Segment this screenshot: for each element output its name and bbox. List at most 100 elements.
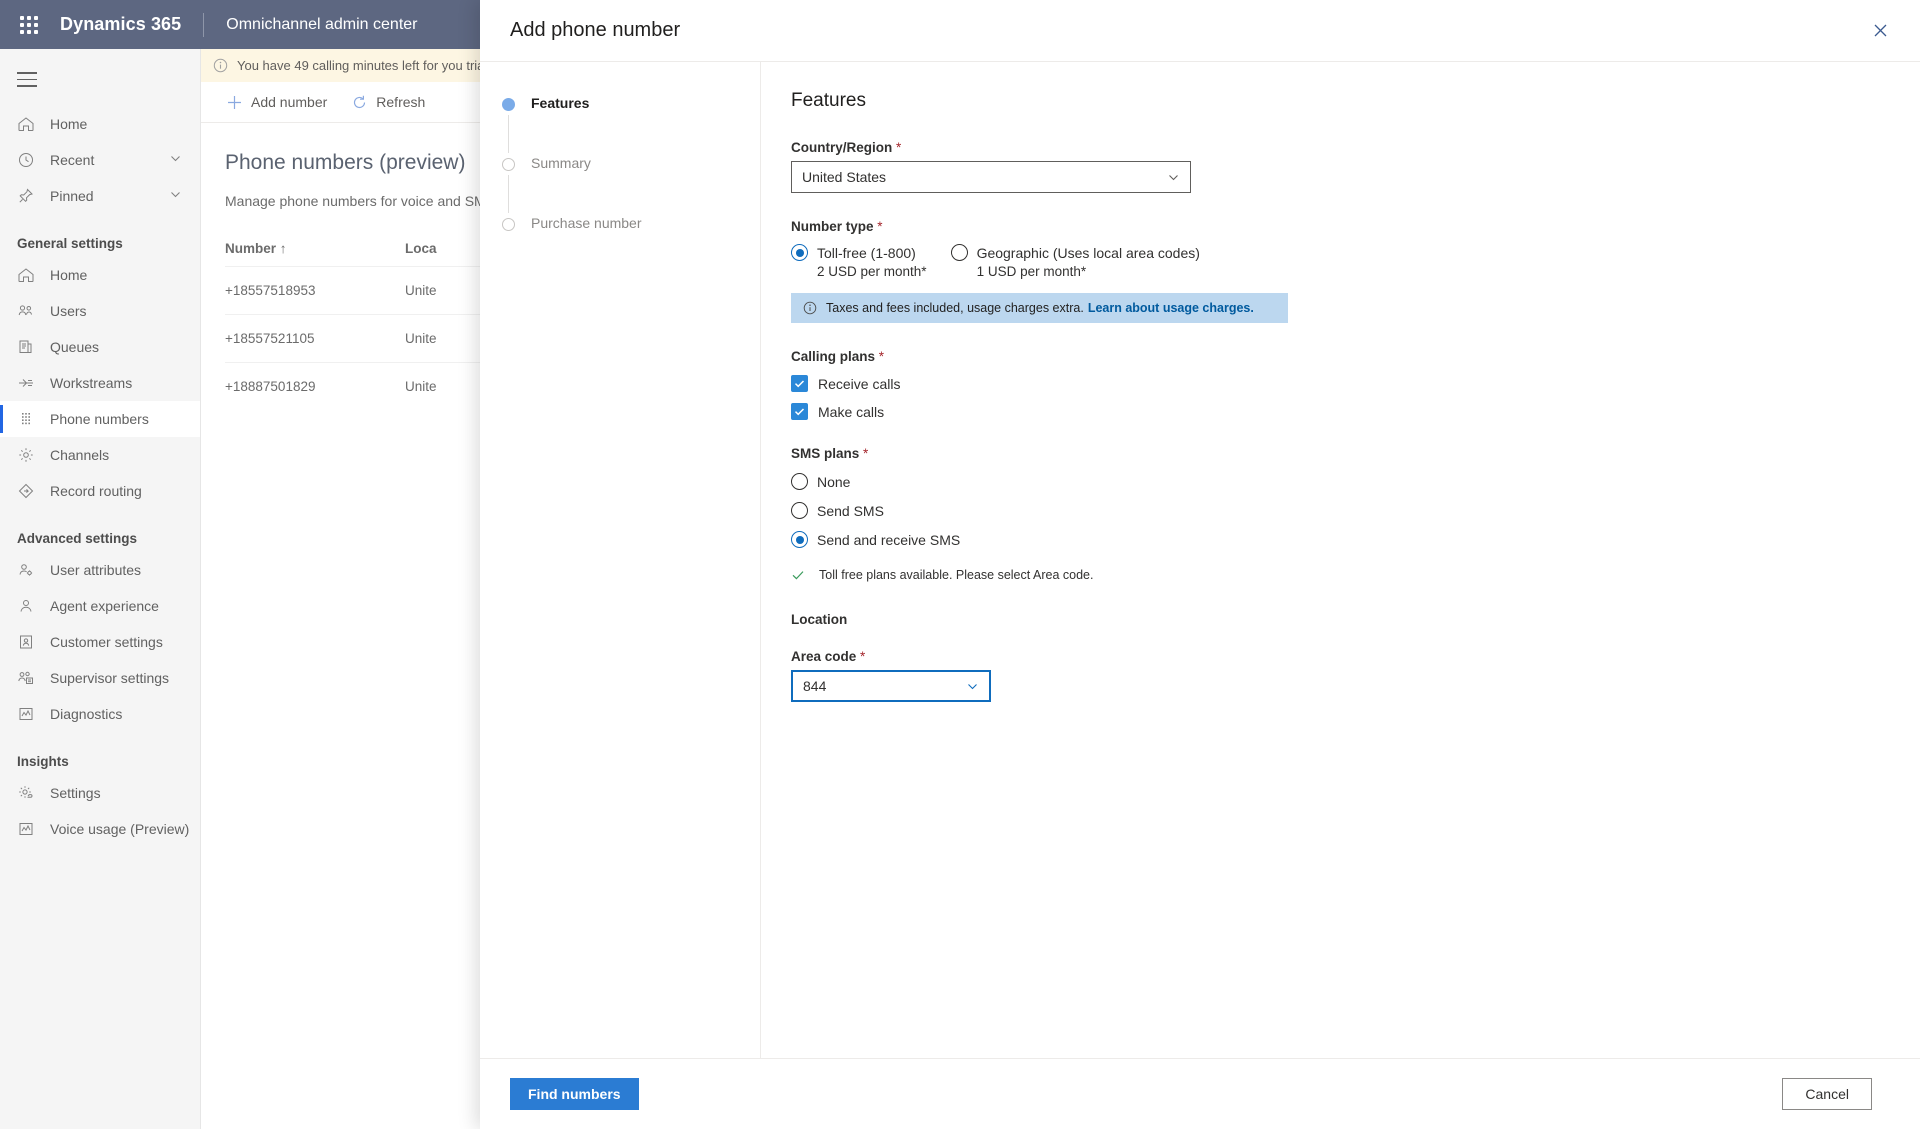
required-marker: * (878, 349, 885, 364)
sidebar-item-label: Customer settings (50, 633, 163, 650)
info-icon (213, 58, 228, 73)
cell-number: +18557521105 (225, 331, 315, 346)
add-number-label: Add number (251, 94, 328, 110)
radio-label: None (817, 473, 851, 490)
sidebar-item-diagnostics[interactable]: Diagnostics (0, 696, 200, 732)
number-type-option-toll-free[interactable]: Toll-free (1-800) 2 USD per month* (791, 244, 927, 279)
country-region-label: Country/Region * (791, 140, 1920, 155)
sidebar-item-queues[interactable]: Queues (0, 329, 200, 365)
wizard-step-features[interactable]: Features (502, 95, 760, 155)
sidebar-item-label: Record routing (50, 482, 142, 499)
info-bar-text: Taxes and fees included, usage charges e… (826, 301, 1084, 315)
close-icon[interactable] (1864, 15, 1896, 47)
customer-settings-icon (17, 632, 39, 652)
required-marker: * (860, 649, 866, 664)
sidebar-item-label: User attributes (50, 561, 142, 578)
checkbox-icon (791, 375, 808, 392)
radio-send-sms[interactable] (791, 502, 808, 519)
sidebar-item-label: Recent (50, 151, 95, 168)
country-region-value: United States (802, 169, 887, 185)
required-marker: * (877, 219, 883, 234)
sidebar-item-voice-usage[interactable]: Voice usage (Preview) (0, 811, 200, 847)
sidebar-item-supervisor-settings[interactable]: Supervisor settings (0, 660, 200, 696)
trial-banner-text: You have 49 calling minutes left for you… (237, 58, 502, 73)
radio-option-send-and-receive-sms[interactable]: Send and receive SMS (791, 531, 1920, 548)
checkbox-make-calls[interactable]: Make calls (791, 403, 1920, 420)
sidebar-item-channels[interactable]: Channels (0, 437, 200, 473)
checkbox-receive-calls[interactable]: Receive calls (791, 375, 1920, 392)
phone-numbers-icon (17, 409, 39, 429)
wizard-step-summary[interactable]: Summary (502, 155, 760, 215)
cancel-button[interactable]: Cancel (1782, 1078, 1872, 1110)
checkbox-label: Make calls (818, 403, 885, 420)
step-connector (508, 115, 509, 153)
sidebar-item-home[interactable]: Home (0, 257, 200, 293)
step-connector (508, 175, 509, 213)
sidebar-item-label: Voice usage (Preview) (50, 820, 190, 837)
sidebar-item-pinned[interactable]: Pinned (0, 178, 200, 214)
hamburger-icon[interactable] (0, 49, 200, 106)
plan-availability-message: Toll free plans available. Please select… (791, 568, 1920, 582)
number-type-label-text: Number type (791, 219, 874, 234)
queues-icon (17, 337, 39, 357)
radio-none[interactable] (791, 473, 808, 490)
wizard-steps: Features Summary Purchase number (480, 62, 761, 1058)
workstreams-icon (17, 373, 39, 393)
refresh-button[interactable]: Refresh (351, 94, 425, 111)
users-icon (17, 301, 39, 321)
number-type-option-geographic[interactable]: Geographic (Uses local area codes) 1 USD… (950, 244, 1200, 279)
sidebar-item-label: Phone numbers (50, 410, 149, 427)
find-numbers-button[interactable]: Find numbers (510, 1078, 639, 1110)
radio-label: Send SMS (817, 502, 884, 519)
sidebar-item-customer-settings[interactable]: Customer settings (0, 624, 200, 660)
column-header-number[interactable]: Number ↑ (225, 241, 405, 266)
sidebar-item-workstreams[interactable]: Workstreams (0, 365, 200, 401)
supervisor-icon (17, 668, 39, 688)
sidebar-group-title: Insights (17, 753, 69, 769)
plus-icon (226, 94, 243, 111)
area-code-label: Area code * (791, 649, 1920, 664)
sidebar-item-phone-numbers[interactable]: Phone numbers (0, 400, 200, 437)
check-icon (791, 568, 805, 582)
chevron-down-icon (1167, 171, 1180, 184)
radio-send-and-receive-sms[interactable] (791, 531, 808, 548)
app-launcher-icon[interactable] (6, 15, 52, 34)
radio-toll-free[interactable] (791, 244, 808, 261)
sidebar-item-agent-experience[interactable]: Agent experience (0, 588, 200, 624)
chevron-down-icon[interactable] (169, 152, 182, 168)
number-type-group: Number type * Toll-free (1-800) 2 USD pe… (791, 219, 1920, 323)
sidebar-item-home-top[interactable]: Home (0, 106, 200, 142)
sidebar-item-recent[interactable]: Recent (0, 142, 200, 178)
step-dot-icon (502, 218, 515, 231)
checkbox-label: Receive calls (818, 375, 901, 392)
sidebar-item-label: Settings (50, 784, 101, 801)
step-dot-icon (502, 158, 515, 171)
calling-plans-group: Calling plans * Receive calls Make calls (791, 349, 1920, 420)
radio-option-none[interactable]: None (791, 473, 1920, 490)
dialog-footer: Find numbers Cancel (480, 1058, 1920, 1129)
sidebar-item-label: Pinned (50, 187, 94, 204)
clock-icon (17, 150, 39, 170)
number-type-label: Number type * (791, 219, 1920, 234)
sidebar-item-label: Home (50, 115, 88, 132)
sidebar-item-label: Queues (50, 338, 100, 355)
sidebar-item-user-attributes[interactable]: User attributes (0, 552, 200, 588)
wizard-step-purchase-number[interactable]: Purchase number (502, 215, 760, 275)
location-section-title: Location (791, 612, 848, 627)
country-region-select[interactable]: United States (791, 161, 1191, 193)
radio-geographic[interactable] (950, 244, 968, 261)
dialog-body: Features Summary Purchase number Feature… (480, 61, 1920, 1058)
wizard-step-label: Purchase number (531, 215, 642, 231)
sidebar: Home Recent Pinned General settings Home… (0, 49, 201, 1129)
radio-option-send-sms[interactable]: Send SMS (791, 502, 1920, 519)
add-number-button[interactable]: Add number (226, 94, 327, 111)
info-icon (803, 301, 817, 315)
radio-sublabel: 2 USD per month* (817, 264, 927, 279)
sidebar-item-record-routing[interactable]: Record routing (0, 473, 200, 509)
area-code-select[interactable]: 844 (791, 670, 991, 702)
sidebar-item-settings[interactable]: Settings (0, 775, 200, 811)
learn-about-usage-charges-link[interactable]: Learn about usage charges. (1088, 301, 1254, 315)
sidebar-item-label: Workstreams (50, 374, 133, 391)
chevron-down-icon[interactable] (169, 188, 182, 204)
sidebar-item-users[interactable]: Users (0, 293, 200, 329)
